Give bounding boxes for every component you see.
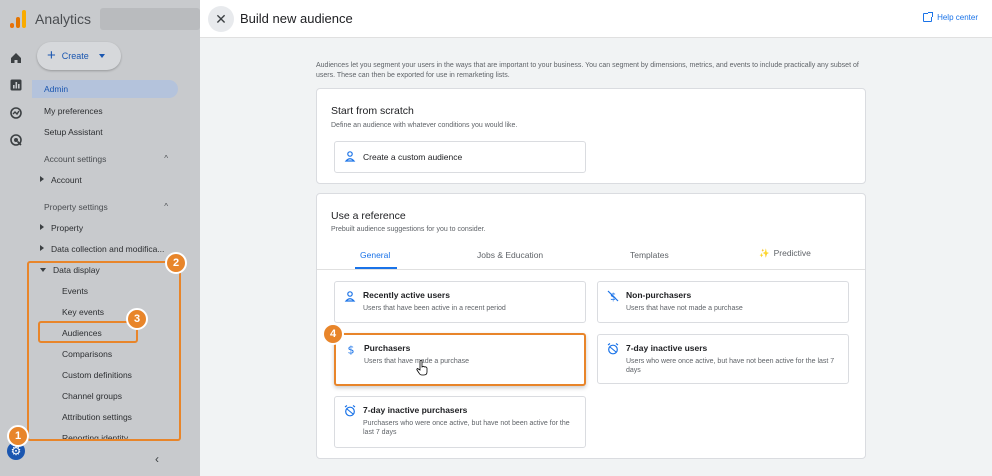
option-title: 7-day inactive purchasers <box>363 405 468 415</box>
magic-wand-icon: ✨ <box>759 248 770 258</box>
tab-templates[interactable]: Templates <box>630 250 669 260</box>
reference-subtitle: Prebuilt audience suggestions for you to… <box>331 226 486 233</box>
snooze-alarm-icon <box>607 343 619 355</box>
panel-title: Build new audience <box>240 11 353 26</box>
property-settings-section[interactable]: Property settings ^ <box>32 198 178 216</box>
account-settings-label: Account settings <box>44 154 107 164</box>
property-settings-label: Property settings <box>44 202 108 212</box>
reports-icon[interactable] <box>9 78 23 92</box>
nav-item-data-collection[interactable]: Data collection and modifica... <box>32 240 178 258</box>
account-settings-section[interactable]: Account settings ^ <box>32 150 178 168</box>
reference-title: Use a reference <box>331 210 406 222</box>
option-7-day-inactive-purchasers[interactable]: 7-day inactive purchasers Purchasers who… <box>334 396 586 448</box>
reference-tabs: General Jobs & Education Templates ✨ Pred… <box>317 242 865 270</box>
option-desc: Users that have made a purchase <box>364 358 470 365</box>
snooze-alarm-icon <box>344 405 356 417</box>
expand-arrow-icon <box>40 245 44 251</box>
no-dollar-icon: $ <box>607 290 619 302</box>
explore-icon[interactable] <box>9 106 23 120</box>
nav-item-data-collection-label: Data collection and modifica... <box>51 244 165 254</box>
step-badge-2: 2 <box>165 252 187 274</box>
analytics-app-background: Analytics + Create Admin My preferences … <box>0 0 200 476</box>
nav-item-my-preferences[interactable]: My preferences <box>32 102 178 120</box>
option-desc: Users that have not made a purchase <box>626 305 743 312</box>
option-7-day-inactive-users[interactable]: 7-day inactive users Users who were once… <box>597 334 849 384</box>
option-non-purchasers[interactable]: $ Non-purchasers Users that have not mad… <box>597 281 849 323</box>
dollar-icon: $ <box>348 344 355 356</box>
close-button[interactable]: ✕ <box>208 6 234 32</box>
hand-cursor-icon <box>416 360 428 376</box>
option-title: Recently active users <box>363 290 450 300</box>
app-topbar: Analytics <box>0 0 200 38</box>
option-title: Non-purchasers <box>626 290 692 300</box>
scratch-subtitle: Define an audience with whatever conditi… <box>331 122 518 129</box>
home-icon[interactable] <box>9 51 23 65</box>
chevron-down-icon <box>98 54 105 58</box>
nav-item-admin[interactable]: Admin <box>32 80 178 98</box>
close-icon: ✕ <box>215 11 227 27</box>
option-desc: Users who were once active, but have not… <box>626 358 835 374</box>
nav-item-property-label: Property <box>51 223 84 233</box>
intro-text: Audiences let you segment your users in … <box>316 62 859 79</box>
nav-item-account-label: Account <box>51 175 82 185</box>
chevron-up-icon: ^ <box>164 154 168 163</box>
step-badge-3: 3 <box>126 308 148 330</box>
svg-text:$: $ <box>348 344 355 356</box>
build-audience-panel: ✕ Build new audience Help center Audienc… <box>200 0 992 476</box>
scratch-title: Start from scratch <box>331 105 414 117</box>
tab-general[interactable]: General <box>360 250 390 260</box>
nav-item-setup-assistant[interactable]: Setup Assistant <box>32 123 178 141</box>
analytics-logo-icon <box>10 10 26 28</box>
option-purchasers[interactable]: $ Purchasers Users that have made a purc… <box>334 333 586 386</box>
audiences-highlight <box>38 321 138 343</box>
plus-icon: + <box>47 47 56 64</box>
option-title: 7-day inactive users <box>626 343 708 353</box>
create-button[interactable]: + Create <box>37 42 121 70</box>
data-display-highlight <box>27 261 181 441</box>
help-center-link[interactable]: Help center <box>923 12 978 22</box>
nav-item-property[interactable]: Property <box>32 219 178 237</box>
option-title: Purchasers <box>364 343 411 353</box>
tab-predictive-label: Predictive <box>773 248 811 258</box>
create-label: Create <box>61 51 89 61</box>
tab-predictive[interactable]: ✨ Predictive <box>759 248 811 259</box>
option-desc: Users that have been active in a recent … <box>363 305 506 312</box>
step-badge-4: 4 <box>322 323 344 345</box>
start-from-scratch-card: Start from scratch Define an audience wi… <box>316 88 866 184</box>
help-center-label: Help center <box>937 13 978 22</box>
step-badge-1: 1 <box>7 425 29 447</box>
option-desc: Purchasers who were once active, but hav… <box>363 420 570 436</box>
chevron-up-icon: ^ <box>164 202 168 211</box>
advertising-icon[interactable] <box>9 133 23 147</box>
nav-item-account[interactable]: Account <box>32 171 178 189</box>
expand-arrow-icon <box>40 224 44 230</box>
account-selector[interactable] <box>100 8 200 30</box>
person-icon <box>344 291 356 302</box>
option-recently-active-users[interactable]: Recently active users Users that have be… <box>334 281 586 323</box>
collapse-nav-icon[interactable]: ‹ <box>155 452 159 466</box>
create-custom-audience-button[interactable]: Create a custom audience <box>334 141 586 173</box>
use-a-reference-card: Use a reference Prebuilt audience sugges… <box>316 193 866 459</box>
tab-jobs-education[interactable]: Jobs & Education <box>477 250 543 260</box>
panel-header: ✕ Build new audience Help center <box>200 0 992 38</box>
expand-arrow-icon <box>40 176 44 182</box>
open-external-icon <box>923 12 934 22</box>
app-title: Analytics <box>35 11 92 27</box>
create-custom-audience-label: Create a custom audience <box>363 152 463 162</box>
active-tab-indicator <box>355 267 397 269</box>
person-icon <box>344 151 356 162</box>
